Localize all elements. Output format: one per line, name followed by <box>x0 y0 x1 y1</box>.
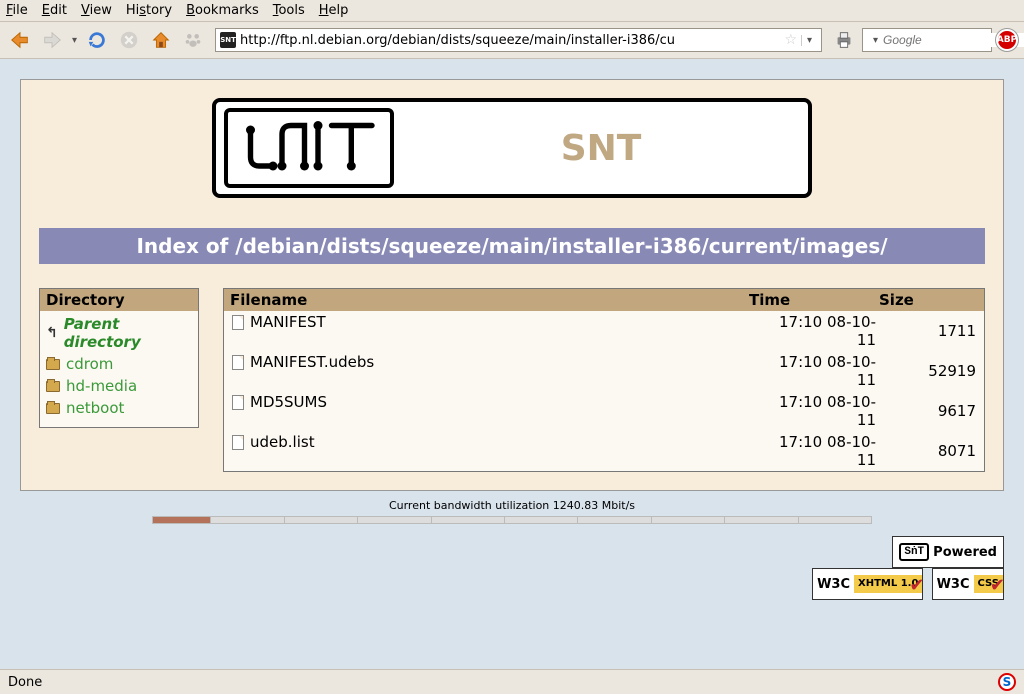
file-icon <box>232 315 244 330</box>
google-icon <box>867 33 868 47</box>
snt-mini-logo: SṅT <box>899 543 929 561</box>
file-panel: Filename Time Size MANIFEST17:10 08-10-1… <box>223 288 985 472</box>
menu-help[interactable]: Help <box>319 3 349 18</box>
col-time[interactable]: Time <box>748 291 878 309</box>
back-button[interactable] <box>6 26 34 54</box>
directory-link[interactable]: ↰Parent directory <box>46 313 192 353</box>
file-icon <box>232 435 244 450</box>
directory-header: Directory <box>40 289 198 311</box>
adblock-button[interactable]: ABP <box>996 29 1018 51</box>
folder-icon <box>46 403 60 414</box>
paw-button[interactable] <box>179 26 207 54</box>
search-engine-dropdown[interactable]: ▾ <box>871 35 880 46</box>
snt-logo <box>224 108 394 188</box>
bandwidth-label: Current bandwidth utilization 1240.83 Mb… <box>20 499 1004 512</box>
menu-file[interactable]: File <box>6 3 28 18</box>
badges: SṅT Powered W3C XHTML 1.0✔ W3C CSS✔ <box>20 536 1004 600</box>
page-content: SNT Index of /debian/dists/squeeze/main/… <box>0 59 1024 620</box>
home-button[interactable] <box>147 26 175 54</box>
file-row[interactable]: udeb.list17:10 08-10-118071 <box>224 431 984 471</box>
powered-badge[interactable]: SṅT Powered <box>892 536 1004 568</box>
search-bar[interactable]: ▾ <box>862 28 992 52</box>
up-arrow-icon: ↰ <box>46 325 58 341</box>
stop-button[interactable] <box>115 26 143 54</box>
stop-icon <box>118 29 140 51</box>
w3c-css-badge[interactable]: W3C CSS✔ <box>932 568 1004 600</box>
printer-icon <box>833 29 855 51</box>
col-filename[interactable]: Filename <box>230 291 748 309</box>
menu-view[interactable]: View <box>81 3 112 18</box>
index-title: Index of /debian/dists/squeeze/main/inst… <box>39 228 985 264</box>
directory-link[interactable]: hd-media <box>46 375 192 397</box>
site-favicon: SNT <box>220 32 236 48</box>
reload-button[interactable] <box>83 26 111 54</box>
toolbar: ▾ SNT ☆ ▾ ▾ ABP <box>0 22 1024 59</box>
url-bar[interactable]: SNT ☆ ▾ <box>215 28 822 52</box>
history-dropdown[interactable]: ▾ <box>70 35 79 46</box>
noscript-icon[interactable]: S <box>998 673 1016 691</box>
file-header-row: Filename Time Size <box>224 289 984 311</box>
paw-icon <box>182 29 204 51</box>
file-row[interactable]: MANIFEST17:10 08-10-111711 <box>224 311 984 351</box>
directory-panel: Directory ↰Parent directorycdromhd-media… <box>39 288 199 428</box>
file-icon <box>232 395 244 410</box>
file-icon <box>232 355 244 370</box>
menu-bar: File Edit View History Bookmarks Tools H… <box>0 0 1024 22</box>
content-box: SNT Index of /debian/dists/squeeze/main/… <box>20 79 1004 491</box>
status-text: Done <box>8 675 42 690</box>
menu-tools[interactable]: Tools <box>273 3 305 18</box>
reload-icon <box>86 29 108 51</box>
site-header: SNT <box>212 98 812 198</box>
home-icon <box>150 29 172 51</box>
directory-link[interactable]: netboot <box>46 397 192 419</box>
menu-edit[interactable]: Edit <box>42 3 67 18</box>
print-button[interactable] <box>830 26 858 54</box>
back-arrow-icon <box>9 29 31 51</box>
status-bar: Done S <box>0 669 1024 694</box>
site-title: SNT <box>394 128 808 169</box>
bookmark-star-icon[interactable]: ☆ <box>784 32 797 48</box>
col-size[interactable]: Size <box>878 291 978 309</box>
file-row[interactable]: MANIFEST.udebs17:10 08-10-1152919 <box>224 351 984 391</box>
directory-link[interactable]: cdrom <box>46 353 192 375</box>
forward-arrow-icon <box>41 29 63 51</box>
bandwidth-bar <box>152 516 872 524</box>
url-input[interactable] <box>240 33 780 48</box>
folder-icon <box>46 359 60 370</box>
folder-icon <box>46 381 60 392</box>
w3c-xhtml-badge[interactable]: W3C XHTML 1.0✔ <box>812 568 923 600</box>
menu-history[interactable]: History <box>126 3 172 18</box>
file-row[interactable]: MD5SUMS17:10 08-10-119617 <box>224 391 984 431</box>
url-dropdown[interactable]: ▾ <box>801 35 817 46</box>
menu-bookmarks[interactable]: Bookmarks <box>186 3 259 18</box>
forward-button[interactable] <box>38 26 66 54</box>
